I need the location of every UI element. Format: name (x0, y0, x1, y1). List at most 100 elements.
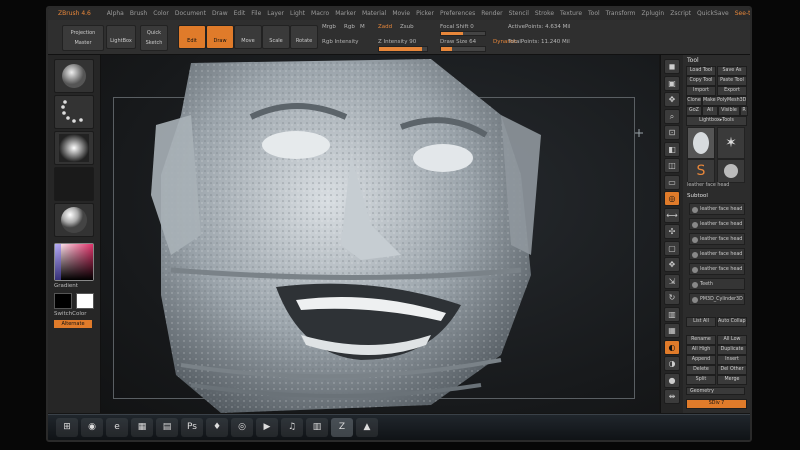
rotate-button[interactable]: Rotate (290, 25, 318, 49)
rightbar-spix-3-button[interactable]: ▣ (664, 75, 680, 91)
color-picker[interactable] (54, 243, 94, 281)
subtool-item[interactable]: PM3D_Cylinder3D (689, 293, 745, 305)
menu-item-macro[interactable]: Macro (311, 10, 329, 17)
all-high-button[interactable]: All High (686, 345, 716, 355)
menu-item-zscript[interactable]: Zscript (670, 10, 691, 17)
rename-button[interactable]: Rename (686, 335, 716, 345)
subtool-item[interactable]: leather face head (689, 233, 745, 245)
menu-right-quicksave[interactable]: QuickSave (697, 10, 729, 17)
z-intensity-slider[interactable] (378, 46, 428, 52)
auto-collapse-button[interactable]: Auto Collapse (717, 317, 747, 327)
rgb-button[interactable]: Rgb (344, 24, 355, 30)
focal-shift-slider[interactable] (440, 31, 486, 36)
subtool-item[interactable]: leather face head (689, 248, 745, 260)
menu-item-transform[interactable]: Transform (606, 10, 636, 17)
all-button[interactable]: All (702, 106, 718, 116)
subtool-item[interactable]: leather face head (689, 218, 745, 230)
rightbar-transp-button[interactable]: ◐ (664, 339, 680, 355)
menu-item-file[interactable]: File (251, 10, 261, 17)
rightbar-bpr-button[interactable]: ◼ (664, 59, 680, 74)
edit-button[interactable]: Edit (178, 25, 206, 49)
rightbar-line-fill-button[interactable]: ▥ (664, 306, 680, 322)
make-polymesh-button[interactable]: Make PolyMesh3D (702, 96, 747, 106)
subtool-item[interactable]: leather face head (689, 203, 745, 215)
rightbar-lsym-button[interactable]: ⟷ (664, 207, 680, 223)
clone-button[interactable]: Clone (686, 96, 702, 106)
menu-item-edit[interactable]: Edit (234, 10, 246, 17)
rightbar-frame-button[interactable]: ▢ (664, 240, 680, 256)
import-button[interactable]: Import (686, 86, 716, 96)
taskbar-explorer-icon[interactable]: ▦ (131, 418, 153, 437)
taskbar-zbrush-icon[interactable]: Z (331, 418, 353, 437)
scale-button[interactable]: Scale (262, 25, 290, 49)
menu-item-alpha[interactable]: Alpha (107, 10, 124, 17)
menu-item-preferences[interactable]: Preferences (440, 10, 475, 17)
rightbar-xyz-button[interactable]: ✣ (664, 224, 680, 239)
taskbar-sketchup-icon[interactable]: ▲ (356, 418, 378, 437)
lightbox-button[interactable]: LightBox (106, 25, 136, 49)
subtool-title[interactable]: Subtool (687, 193, 708, 199)
m-button[interactable]: M (360, 24, 365, 30)
menu-item-render[interactable]: Render (481, 10, 502, 17)
load-tool-button[interactable]: Load Tool (686, 66, 716, 76)
simplebrush-thumbnail[interactable]: ✶ (717, 127, 745, 159)
rightbar-xpose-button[interactable]: ⇹ (664, 389, 680, 404)
switch-color-label[interactable]: SwitchColor (54, 311, 87, 317)
duplicate-button[interactable]: Duplicate (717, 345, 747, 355)
geometry-section-button[interactable]: Geometry (686, 387, 745, 395)
menu-item-zplugin[interactable]: Zplugin (642, 10, 665, 17)
menu-item-tool[interactable]: Tool (588, 10, 600, 17)
material-thumbnail[interactable] (54, 203, 94, 237)
menu-item-stencil[interactable]: Stencil (509, 10, 529, 17)
rightbar-polyf-button[interactable]: ▦ (664, 323, 680, 338)
menu-item-stroke[interactable]: Stroke (535, 10, 554, 17)
rightbar-scale-button[interactable]: ⇲ (664, 273, 680, 289)
current-tool-thumbnail[interactable] (687, 127, 715, 159)
menu-item-layer[interactable]: Layer (267, 10, 284, 17)
main-color-swatch[interactable] (54, 293, 72, 309)
menu-item-color[interactable]: Color (153, 10, 169, 17)
move-button[interactable]: Move (234, 25, 262, 49)
menu-item-picker[interactable]: Picker (416, 10, 434, 17)
rightbar-solo-button[interactable]: ● (664, 372, 680, 388)
taskbar-folder-icon[interactable]: ▤ (156, 418, 178, 437)
menu-item-brush[interactable]: Brush (130, 10, 147, 17)
s-tool-thumbnail[interactable]: S (687, 159, 715, 183)
taskbar-firefox-icon[interactable]: ◉ (81, 418, 103, 437)
goz-button[interactable]: GoZ (686, 106, 702, 116)
list-all-button[interactable]: List All (686, 317, 716, 327)
taskbar-hardware-icon[interactable]: ♦ (206, 418, 228, 437)
menu-item-texture[interactable]: Texture (560, 10, 582, 17)
draw-button[interactable]: Draw (206, 25, 234, 49)
rightbar-rotate-button[interactable]: ↻ (664, 290, 680, 305)
append-button[interactable]: Append (686, 355, 716, 365)
taskbar-itunes-icon[interactable]: ♫ (281, 418, 303, 437)
polymesh-thumbnail[interactable] (717, 159, 745, 183)
rightbar-local-button[interactable]: ◎ (664, 191, 680, 206)
zadd-button[interactable]: Zadd (378, 24, 392, 30)
taskbar-chrome-icon[interactable]: ◎ (231, 418, 253, 437)
delete-button[interactable]: Delete (686, 365, 716, 375)
zsub-button[interactable]: Zsub (400, 24, 414, 30)
menu-item-light[interactable]: Light (290, 10, 305, 17)
subtool-item[interactable]: Teeth (689, 278, 745, 290)
alternate-button[interactable]: Alternate (54, 320, 92, 328)
menu-right-see-through[interactable]: See-through (735, 10, 750, 17)
rightbar-scroll-button[interactable]: ✥ (664, 92, 680, 107)
secondary-color-swatch[interactable] (76, 293, 94, 309)
lightbox-tools-button[interactable]: Lightbox▸Tools (686, 116, 747, 126)
alpha-thumbnail[interactable] (54, 131, 94, 165)
taskbar-ie-icon[interactable]: e (106, 418, 128, 437)
insert-button[interactable]: Insert (717, 355, 747, 365)
quick-sketch-button[interactable]: Quick Sketch (140, 25, 168, 51)
document-canvas[interactable] (101, 55, 659, 413)
draw-size-slider[interactable] (440, 46, 486, 52)
mrgb-button[interactable]: Mrgb (322, 24, 336, 30)
taskbar-photoshop-icon[interactable]: Ps (181, 418, 203, 437)
projection-master-button[interactable]: Projection Master (62, 25, 104, 51)
rightbar-move-button[interactable]: ✥ (664, 257, 680, 272)
menu-item-movie[interactable]: Movie (392, 10, 410, 17)
sdiv-slider[interactable]: SDiv 7 (686, 399, 747, 409)
stroke-thumbnail[interactable] (54, 95, 94, 129)
brush-thumbnail[interactable] (54, 59, 94, 93)
